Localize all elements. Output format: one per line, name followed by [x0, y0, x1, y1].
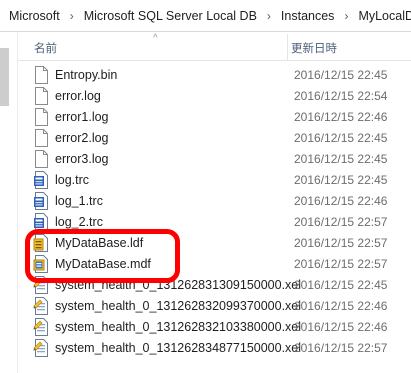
file-name: system_health_0_131262832099370000.xel [55, 299, 302, 313]
file-row[interactable]: system_health_0_131262831309150000.xel 20… [18, 274, 411, 295]
file-date: 2016/12/15 22:46 [294, 110, 388, 124]
navigation-pane [0, 32, 14, 373]
breadcrumb-item-microsoft[interactable]: Microsoft [6, 9, 63, 23]
file-name: log_2.trc [55, 215, 103, 229]
xel-file-icon [33, 276, 49, 294]
file-row[interactable]: error3.log 2016/12/15 22:45 [18, 148, 411, 169]
file-row[interactable]: system_health_0_131262834877150000.xel 20… [18, 337, 411, 358]
nav-scrollbar-thumb[interactable] [0, 48, 9, 106]
file-name: error1.log [55, 110, 109, 124]
file-row[interactable]: MyDataBase.mdf 2016/12/15 22:57 [18, 253, 411, 274]
file-name: error2.log [55, 131, 109, 145]
blank-file-icon [33, 66, 49, 84]
file-row[interactable]: error2.log 2016/12/15 22:45 [18, 127, 411, 148]
file-date: 2016/12/15 22:46 [294, 299, 388, 313]
database-log-icon [33, 234, 49, 252]
file-row[interactable]: system_health_0_131262832099370000.xel 20… [18, 295, 411, 316]
file-date: 2016/12/15 22:45 [294, 152, 388, 166]
file-name: system_health_0_131262831309150000.xel [55, 278, 302, 292]
file-date: 2016/12/15 22:46 [294, 320, 388, 334]
file-name: MyDataBase.ldf [55, 236, 144, 250]
file-date: 2016/12/15 22:57 [294, 236, 388, 250]
breadcrumb: Microsoft › Microsoft SQL Server Local D… [0, 0, 411, 32]
blank-file-icon [33, 87, 49, 105]
column-separator[interactable] [287, 34, 288, 60]
breadcrumb-item-instances[interactable]: Instances [278, 9, 338, 23]
file-name: system_health_0_131262834877150000.xel [55, 341, 302, 355]
file-row[interactable]: Entropy.bin 2016/12/15 22:45 [18, 64, 411, 85]
file-row[interactable]: log_1.trc 2016/12/15 22:46 [18, 190, 411, 211]
file-date: 2016/12/15 22:45 [294, 278, 388, 292]
file-date: 2016/12/15 22:45 [294, 173, 388, 187]
database-file-icon [33, 255, 49, 273]
file-name: MyDataBase.mdf [55, 257, 151, 271]
column-header-name[interactable]: 名前 [34, 40, 57, 56]
breadcrumb-item-sql-local-db[interactable]: Microsoft SQL Server Local DB [81, 9, 260, 23]
file-name: error3.log [55, 152, 109, 166]
file-row[interactable]: system_health_0_131262832103380000.xel 20… [18, 316, 411, 337]
chevron-right-icon[interactable]: › [337, 9, 355, 23]
trace-file-icon [33, 213, 49, 231]
file-row[interactable]: error.log 2016/12/15 22:54 [18, 85, 411, 106]
file-name: log_1.trc [55, 194, 103, 208]
blank-file-icon [33, 108, 49, 126]
file-date: 2016/12/15 22:54 [294, 89, 388, 103]
file-name: Entropy.bin [55, 68, 118, 82]
trace-file-icon [33, 192, 49, 210]
xel-file-icon [33, 339, 49, 357]
xel-file-icon [33, 318, 49, 336]
blank-file-icon [33, 129, 49, 147]
chevron-right-icon[interactable]: › [260, 9, 278, 23]
file-row[interactable]: log.trc 2016/12/15 22:45 [18, 169, 411, 190]
file-date: 2016/12/15 22:45 [294, 68, 388, 82]
file-name: error.log [55, 89, 101, 103]
file-row[interactable]: error1.log 2016/12/15 22:46 [18, 106, 411, 127]
xel-file-icon [33, 297, 49, 315]
file-date: 2016/12/15 22:46 [294, 194, 388, 208]
file-row[interactable]: MyDataBase.ldf 2016/12/15 22:57 [18, 232, 411, 253]
file-date: 2016/12/15 22:57 [294, 341, 388, 355]
chevron-right-icon[interactable]: › [63, 9, 81, 23]
trace-file-icon [33, 171, 49, 189]
file-name: system_health_0_131262832103380000.xel [55, 320, 302, 334]
blank-file-icon [33, 150, 49, 168]
column-header: 名前 ^ 更新日時 [18, 32, 411, 61]
sort-ascending-icon: ^ [153, 33, 158, 44]
column-header-date[interactable]: 更新日時 [291, 40, 337, 56]
file-date: 2016/12/15 22:57 [294, 257, 388, 271]
file-row[interactable]: log_2.trc 2016/12/15 22:57 [18, 211, 411, 232]
file-date: 2016/12/15 22:45 [294, 131, 388, 145]
file-date: 2016/12/15 22:57 [294, 215, 388, 229]
breadcrumb-item-mylocaldb01[interactable]: MyLocalDb01 [355, 9, 411, 23]
file-name: log.trc [55, 173, 90, 187]
